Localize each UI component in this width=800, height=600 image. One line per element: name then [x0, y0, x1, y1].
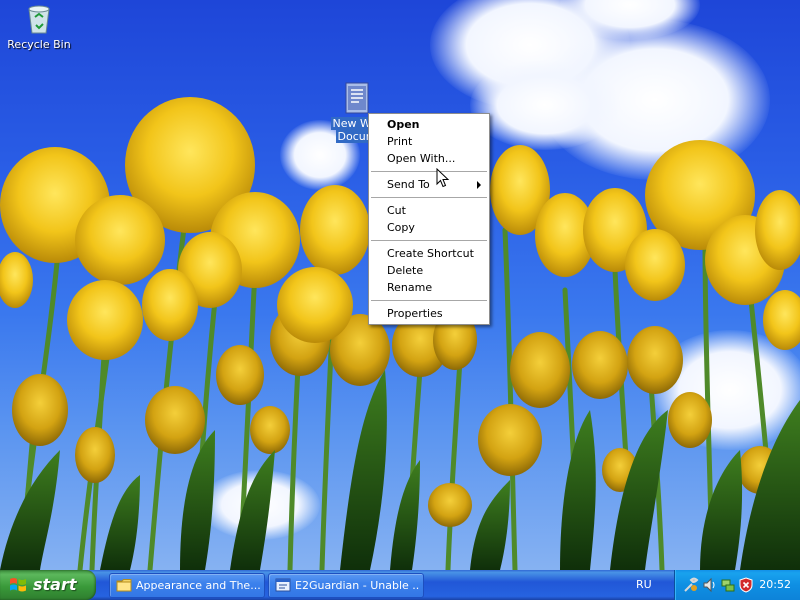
- menu-item-properties[interactable]: Properties: [369, 305, 489, 322]
- menu-item-label: Send To: [387, 178, 430, 191]
- menu-separator: [371, 300, 487, 301]
- menu-item-rename[interactable]: Rename: [369, 279, 489, 296]
- menu-item-cut[interactable]: Cut: [369, 202, 489, 219]
- mouse-pointer-icon: [436, 168, 450, 188]
- word-document-icon: [345, 82, 369, 114]
- start-button[interactable]: start: [0, 570, 96, 600]
- submenu-arrow-icon: [477, 181, 481, 189]
- menu-separator: [371, 240, 487, 241]
- menu-item-delete[interactable]: Delete: [369, 262, 489, 279]
- desktop-icon-recycle-bin[interactable]: Recycle Bin: [4, 3, 74, 51]
- menu-item-open-with[interactable]: Open With...: [369, 150, 489, 167]
- taskbar-button-label: E2Guardian - Unable ...: [295, 579, 419, 592]
- recycle-bin-icon: [28, 5, 50, 34]
- language-indicator[interactable]: RU: [636, 570, 666, 600]
- menu-separator: [371, 197, 487, 198]
- desktop-icon-label: Recycle Bin: [7, 38, 71, 51]
- menu-item-copy[interactable]: Copy: [369, 219, 489, 236]
- system-tray: 20:52: [674, 570, 800, 600]
- taskbar-button-label: Appearance and The...: [136, 579, 260, 592]
- menu-item-print[interactable]: Print: [369, 133, 489, 150]
- windows-logo-icon: [10, 578, 26, 592]
- menu-item-create-shortcut[interactable]: Create Shortcut: [369, 245, 489, 262]
- tray-tools-icon[interactable]: [683, 577, 699, 593]
- clock[interactable]: 20:52: [759, 570, 791, 600]
- menu-separator: [371, 171, 487, 172]
- taskbar-button-e2guardian[interactable]: E2Guardian - Unable ...: [268, 573, 424, 598]
- tray-security-shield-icon[interactable]: [738, 577, 754, 593]
- menu-item-send-to[interactable]: Send To: [369, 176, 489, 193]
- browser-icon: [275, 578, 291, 592]
- folder-icon: [116, 579, 132, 592]
- tray-volume-icon[interactable]: [702, 577, 718, 593]
- start-label: start: [33, 575, 77, 594]
- menu-item-open[interactable]: Open: [369, 116, 489, 133]
- taskbar: start Appearance and The... E2Guardian -…: [0, 570, 800, 600]
- taskbar-button-appearance[interactable]: Appearance and The...: [109, 573, 265, 598]
- context-menu: Open Print Open With... Send To Cut Copy…: [368, 113, 490, 325]
- tray-network-icon[interactable]: [720, 577, 736, 593]
